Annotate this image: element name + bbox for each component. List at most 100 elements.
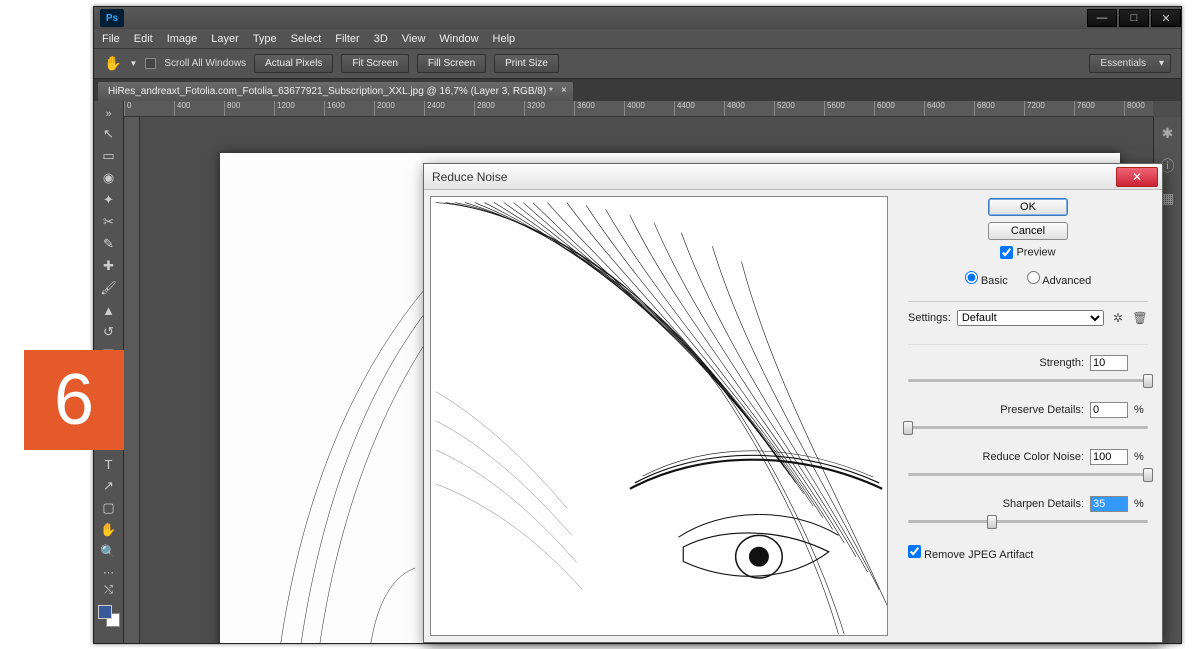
heal-tool[interactable]: ✚ [97,255,121,277]
color-swatches[interactable] [98,605,120,627]
preview-image[interactable] [430,196,888,636]
ruler-tick: 4800 [724,101,774,116]
save-settings-icon[interactable]: ✲ [1110,311,1126,325]
marquee-tool[interactable]: ▭ [97,145,121,167]
preview-pane [424,190,894,642]
minimize-button[interactable]: — [1087,9,1117,27]
menu-type[interactable]: Type [253,33,277,45]
ruler-tick: 6000 [874,101,924,116]
expand-icon[interactable]: » [97,105,121,123]
color-noise-slider[interactable] [908,468,1148,482]
advanced-radio[interactable]: Advanced [1027,275,1091,287]
fg-color-swatch[interactable] [98,605,112,619]
menu-3d[interactable]: 3D [374,33,388,45]
history-brush-tool[interactable]: ↺ [97,321,121,343]
titlebar: Ps — □ ✕ [94,7,1181,29]
preserve-unit: % [1134,404,1148,416]
remove-jpeg-checkbox[interactable]: Remove JPEG Artifact [908,549,1034,561]
sharpen-slider[interactable] [908,515,1148,529]
dialog-close-button[interactable]: ✕ [1116,167,1158,187]
eyedropper-tool[interactable]: ✎ [97,233,121,255]
hand-tool[interactable]: ✋ [97,519,121,541]
wand-tool[interactable]: ✦ [97,189,121,211]
compass-icon[interactable]: ✱ [1162,125,1174,142]
ruler-tick: 4400 [674,101,724,116]
reduce-noise-dialog: Reduce Noise ✕ [423,163,1163,643]
menu-window[interactable]: Window [439,33,478,45]
ruler-tick: 2400 [424,101,474,116]
ruler-tick: 5600 [824,101,874,116]
tab-close-icon[interactable]: × [561,85,567,96]
document-tab[interactable]: HiRes_andreaxt_Fotolia.com_Fotolia_63677… [98,82,573,101]
dialog-title: Reduce Noise [432,170,507,184]
preserve-param: Preserve Details: % [908,402,1148,435]
close-button[interactable]: ✕ [1151,9,1181,27]
edit-toolbar-icon[interactable]: ⋯ [97,563,121,581]
sharpen-param: Sharpen Details: % [908,496,1148,529]
ruler-tick: 2000 [374,101,424,116]
brush-tool[interactable]: 🖌 [97,277,121,299]
ruler-tick: 7600 [1074,101,1124,116]
preserve-label: Preserve Details: [1000,404,1084,416]
hand-icon: ✋ [104,55,121,72]
menu-edit[interactable]: Edit [134,33,153,45]
stamp-tool[interactable]: ▲ [97,299,121,321]
strength-slider[interactable] [908,374,1148,388]
controls-pane: OK Cancel Preview Basic Advanced Setting… [894,190,1162,642]
print-size-button[interactable]: Print Size [494,54,559,73]
cancel-button[interactable]: Cancel [988,222,1068,240]
ruler-tick: 1200 [274,101,324,116]
type-tool[interactable]: T [97,453,121,475]
scroll-all-label: Scroll All Windows [164,58,246,69]
menubar: File Edit Image Layer Type Select Filter… [94,29,1181,49]
path-tool[interactable]: ↗ [97,475,121,497]
ruler-tick: 5200 [774,101,824,116]
crop-tool[interactable]: ✂ [97,211,121,233]
ruler-tick: 6800 [974,101,1024,116]
lasso-tool[interactable]: ◉ [97,167,121,189]
preview-checkbox[interactable] [1000,246,1013,259]
basic-radio[interactable]: Basic [965,275,1008,287]
ruler-tick: 3600 [574,101,624,116]
sharpen-unit: % [1134,498,1148,510]
ruler-tick: 400 [174,101,224,116]
swap-colors-icon[interactable]: ⤭ [97,581,121,599]
color-noise-input[interactable] [1090,449,1128,465]
dialog-titlebar[interactable]: Reduce Noise ✕ [424,164,1162,190]
color-noise-unit: % [1134,451,1148,463]
menu-file[interactable]: File [102,33,120,45]
menu-select[interactable]: Select [291,33,322,45]
scroll-all-checkbox[interactable] [145,58,156,69]
maximize-button[interactable]: □ [1119,9,1149,27]
ruler-tick: 3200 [524,101,574,116]
fill-screen-button[interactable]: Fill Screen [417,54,486,73]
ruler-tick: 2800 [474,101,524,116]
sharpen-label: Sharpen Details: [1003,498,1084,510]
fit-screen-button[interactable]: Fit Screen [341,54,409,73]
workspace-selector[interactable]: Essentials [1089,54,1171,73]
strength-input[interactable] [1090,355,1128,371]
menu-layer[interactable]: Layer [211,33,239,45]
ruler-tick: 800 [224,101,274,116]
ruler-tick: 7200 [1024,101,1074,116]
ok-button[interactable]: OK [988,198,1068,216]
preserve-input[interactable] [1090,402,1128,418]
menu-image[interactable]: Image [167,33,198,45]
preserve-slider[interactable] [908,421,1148,435]
menu-view[interactable]: View [402,33,426,45]
sharpen-input[interactable] [1090,496,1128,512]
settings-select[interactable]: Default [957,310,1104,326]
move-tool[interactable]: ↖ [97,123,121,145]
chevron-down-icon[interactable]: ▼ [129,59,137,68]
ruler-tick: 4000 [624,101,674,116]
menu-filter[interactable]: Filter [335,33,359,45]
menu-help[interactable]: Help [493,33,516,45]
ruler-tick: 8000 [1124,101,1153,116]
strength-param: Strength: [908,355,1148,388]
actual-pixels-button[interactable]: Actual Pixels [254,54,333,73]
zoom-tool[interactable]: 🔍 [97,541,121,563]
settings-label: Settings: [908,312,951,324]
document-tab-label: HiRes_andreaxt_Fotolia.com_Fotolia_63677… [108,86,553,97]
shape-tool[interactable]: ▢ [97,497,121,519]
delete-settings-icon[interactable]: 🗑 [1132,311,1148,325]
